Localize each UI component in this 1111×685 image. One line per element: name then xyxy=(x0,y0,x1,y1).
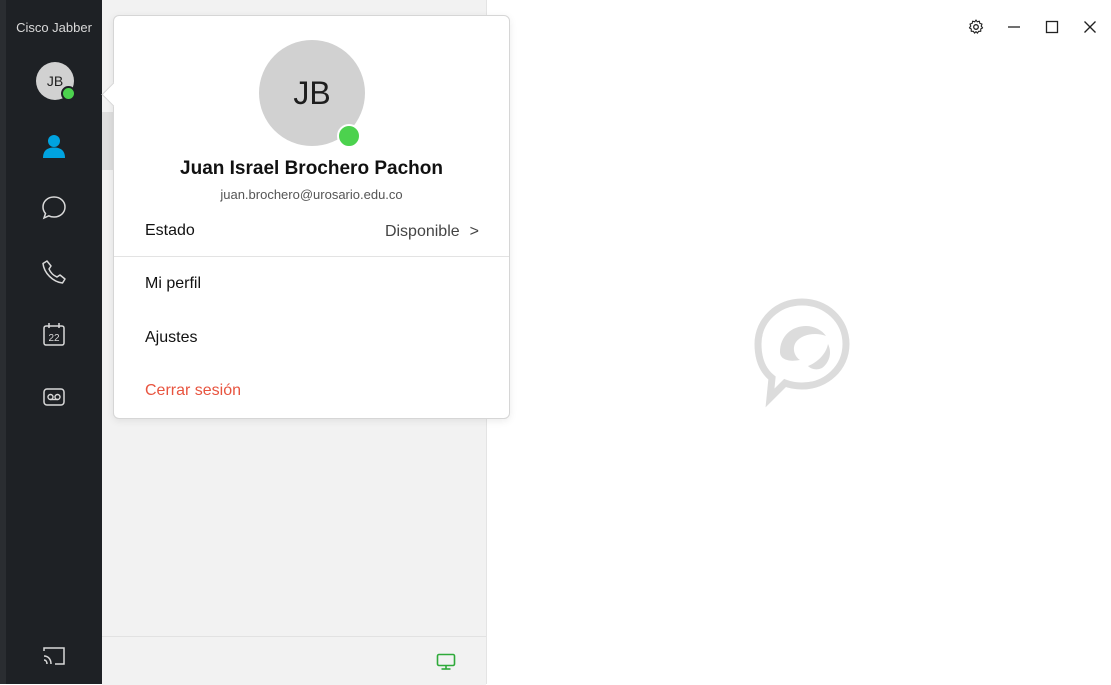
voicemail-icon xyxy=(43,388,65,406)
profile-presence-indicator xyxy=(337,124,361,148)
avatar-initials: JB xyxy=(46,73,64,89)
profile-popup: JB Juan Israel Brochero Pachon juan.broc… xyxy=(101,15,510,419)
profile-avatar-initials: JB xyxy=(293,75,331,111)
close-icon xyxy=(1084,21,1096,33)
cast-icon xyxy=(43,647,65,665)
jabber-logo-icon xyxy=(754,298,850,408)
chevron-right-icon: > xyxy=(469,223,479,240)
minimize-icon xyxy=(1008,26,1020,28)
my-profile-item[interactable]: Mi perfil xyxy=(145,275,201,293)
maximize-button[interactable] xyxy=(1043,18,1061,36)
gear-icon xyxy=(968,19,984,34)
nav-meetings[interactable]: 22 xyxy=(39,320,69,350)
cast-button[interactable] xyxy=(39,641,69,671)
settings-button[interactable] xyxy=(967,18,985,36)
maximize-icon xyxy=(1045,20,1059,34)
status-value: Disponible xyxy=(384,223,460,240)
calendar-icon: 22 xyxy=(43,323,65,346)
jabber-logo-watermark xyxy=(752,296,852,413)
profile-avatar: JB xyxy=(259,40,365,148)
calendar-day: 22 xyxy=(48,333,60,344)
status-selector[interactable]: Estado Disponible > xyxy=(114,216,509,257)
logout-item[interactable]: Cerrar sesión xyxy=(145,382,241,400)
monitor-icon xyxy=(436,653,456,670)
phone-icon xyxy=(42,260,66,284)
profile-email: juan.brochero@urosario.edu.co xyxy=(220,187,403,202)
app-title: Cisco Jabber xyxy=(16,20,92,35)
nav-chats[interactable] xyxy=(39,193,69,223)
close-button[interactable] xyxy=(1081,18,1099,36)
desk-phone-control-button[interactable] xyxy=(436,653,456,676)
chat-icon xyxy=(42,196,66,220)
status-value-wrap: Disponible > xyxy=(385,223,479,241)
settings-item[interactable]: Ajustes xyxy=(145,329,197,347)
status-label: Estado xyxy=(145,222,195,239)
presence-indicator xyxy=(61,86,76,101)
nav-contacts[interactable] xyxy=(39,131,69,161)
nav-calls[interactable] xyxy=(39,257,69,287)
window-controls xyxy=(967,18,1099,36)
minimize-button[interactable] xyxy=(1005,18,1023,36)
nav-voicemail[interactable] xyxy=(39,382,69,412)
sidebar: Cisco Jabber JB 22 xyxy=(6,0,102,684)
contacts-icon xyxy=(43,135,65,158)
pane-footer xyxy=(102,636,486,685)
user-avatar-button[interactable]: JB xyxy=(36,62,76,101)
profile-name: Juan Israel Brochero Pachon xyxy=(180,158,443,179)
